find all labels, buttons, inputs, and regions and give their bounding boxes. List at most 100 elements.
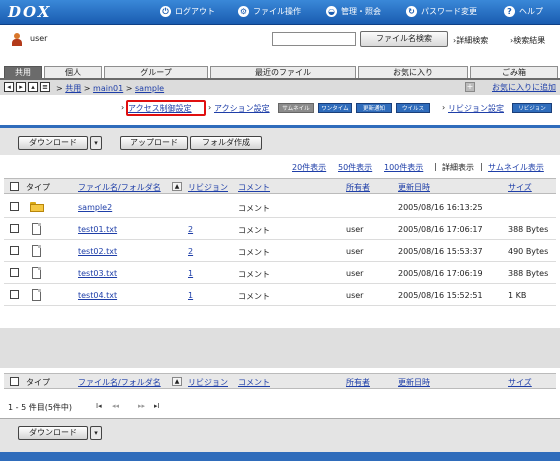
empty-area bbox=[0, 328, 560, 368]
row-comment: コメント bbox=[238, 226, 270, 235]
col-type: タイプ bbox=[26, 183, 50, 192]
col-revision-bottom[interactable]: リビジョン bbox=[188, 377, 228, 388]
file-operation-icon: ⚙ bbox=[238, 6, 249, 17]
logout-link[interactable]: ⏻ ログアウト bbox=[160, 6, 215, 17]
sort-asc-icon[interactable]: ▲ bbox=[172, 182, 182, 191]
next-page-icon[interactable]: ▸▸ bbox=[138, 402, 145, 410]
pager-summary: 1 - 5 件目(5件中) bbox=[8, 403, 73, 412]
select-all-checkbox-bottom[interactable] bbox=[10, 377, 19, 386]
view-100-link[interactable]: 100件表示 bbox=[384, 162, 423, 173]
table-row[interactable]: test04.txt 1 コメント user 2005/08/16 15:52:… bbox=[4, 284, 556, 306]
row-revision[interactable]: 2 bbox=[188, 225, 193, 234]
table-row[interactable]: test02.txt 2 コメント user 2005/08/16 15:53:… bbox=[4, 240, 556, 262]
action-settings-link[interactable]: アクション設定 bbox=[214, 103, 270, 114]
row-revision[interactable]: 1 bbox=[188, 291, 193, 300]
col-owner-bottom[interactable]: 所有者 bbox=[346, 377, 370, 388]
search-results-link[interactable]: ›検索結果 bbox=[510, 35, 545, 46]
col-name-bottom[interactable]: ファイル名/フォルダ名 bbox=[78, 377, 161, 388]
download-dropdown-icon-bottom[interactable]: ▾ bbox=[90, 426, 102, 440]
row-size: 388 Bytes bbox=[508, 225, 549, 234]
add-favorite-icon[interactable]: + bbox=[465, 82, 475, 92]
row-name[interactable]: sample2 bbox=[78, 203, 112, 212]
file-operation-link[interactable]: ⚙ ファイル操作 bbox=[238, 6, 301, 17]
row-name[interactable]: test02.txt bbox=[78, 247, 117, 256]
row-checkbox[interactable] bbox=[10, 268, 19, 277]
row-updated: 2005/08/16 17:06:17 bbox=[398, 225, 483, 234]
table-row[interactable]: test01.txt 2 コメント user 2005/08/16 17:06:… bbox=[4, 218, 556, 240]
download-dropdown-icon[interactable]: ▾ bbox=[90, 136, 102, 150]
view-20-link[interactable]: 20件表示 bbox=[292, 162, 326, 173]
table-row[interactable]: sample2 コメント 2005/08/16 16:13:25 bbox=[4, 196, 556, 218]
view-options: 20件表示 50件表示 100件表示 | 詳細表示 | サムネイル表示 bbox=[0, 155, 560, 175]
row-checkbox[interactable] bbox=[10, 224, 19, 233]
password-change-icon: ↻ bbox=[406, 6, 417, 17]
row-name[interactable]: test01.txt bbox=[78, 225, 117, 234]
col-updated[interactable]: 更新日時 bbox=[398, 182, 430, 193]
row-size: 388 Bytes bbox=[508, 269, 549, 278]
virus-badge: ウイルス bbox=[396, 103, 430, 113]
user-bar: user ファイル名検索 ›詳細検索 ›検索結果 bbox=[0, 25, 560, 55]
col-comment-bottom[interactable]: コメント bbox=[238, 377, 270, 388]
logout-label: ログアウト bbox=[175, 7, 215, 16]
filename-search-button[interactable]: ファイル名検索 bbox=[360, 31, 448, 47]
row-name[interactable]: test03.txt bbox=[78, 269, 117, 278]
up-folder-icon[interactable]: ▴ bbox=[28, 82, 38, 92]
row-size: 1 KB bbox=[508, 291, 527, 300]
breadcrumb-shared[interactable]: 共用 bbox=[65, 84, 81, 93]
row-checkbox[interactable] bbox=[10, 202, 19, 211]
select-all-checkbox[interactable] bbox=[10, 182, 19, 191]
file-toolbar: ダウンロード ▾ アップロード フォルダ作成 bbox=[0, 125, 560, 155]
folder-icon bbox=[30, 202, 44, 212]
prev-page-icon[interactable]: ◂◂ bbox=[112, 402, 119, 410]
file-icon bbox=[32, 223, 41, 235]
breadcrumb-sample[interactable]: sample bbox=[135, 84, 164, 93]
password-change-label: パスワード変更 bbox=[421, 7, 477, 16]
breadcrumb-main01[interactable]: main01 bbox=[93, 84, 123, 93]
row-checkbox[interactable] bbox=[10, 246, 19, 255]
upload-button[interactable]: アップロード bbox=[120, 136, 188, 150]
download-button[interactable]: ダウンロード bbox=[18, 136, 88, 150]
username: user bbox=[30, 34, 48, 43]
col-comment[interactable]: コメント bbox=[238, 182, 270, 193]
col-type-bottom: タイプ bbox=[26, 378, 50, 387]
row-checkbox[interactable] bbox=[10, 290, 19, 299]
file-list-panel: ダウンロード ▾ アップロード フォルダ作成 20件表示 50件表示 100件表… bbox=[0, 125, 560, 461]
row-revision[interactable]: 2 bbox=[188, 247, 193, 256]
col-revision[interactable]: リビジョン bbox=[188, 182, 228, 193]
row-owner: user bbox=[346, 291, 364, 300]
col-size[interactable]: サイズ bbox=[508, 182, 532, 193]
back-icon[interactable]: ◂ bbox=[4, 82, 14, 92]
col-size-bottom[interactable]: サイズ bbox=[508, 377, 532, 388]
add-favorite-link[interactable]: お気に入りに追加 bbox=[492, 82, 556, 93]
col-updated-bottom[interactable]: 更新日時 bbox=[398, 377, 430, 388]
first-page-icon[interactable]: I◂ bbox=[96, 402, 102, 410]
help-icon: ? bbox=[504, 6, 515, 17]
forward-icon[interactable]: ▸ bbox=[16, 82, 26, 92]
view-50-link[interactable]: 50件表示 bbox=[338, 162, 372, 173]
tree-icon[interactable]: ≡ bbox=[40, 82, 50, 92]
highlight-box bbox=[126, 100, 206, 116]
last-page-icon[interactable]: ▸I bbox=[154, 402, 160, 410]
thumbnail-view-link[interactable]: サムネイル表示 bbox=[488, 162, 544, 173]
help-label: ヘルプ bbox=[519, 7, 543, 16]
col-owner[interactable]: 所有者 bbox=[346, 182, 370, 193]
admin-link[interactable]: ◒ 管理・照会 bbox=[326, 6, 381, 17]
row-revision[interactable]: 1 bbox=[188, 269, 193, 278]
filename-search-input[interactable] bbox=[272, 32, 356, 46]
thumbnail-badge: サムネイル bbox=[278, 103, 314, 113]
admin-label: 管理・照会 bbox=[341, 7, 381, 16]
row-updated: 2005/08/16 15:52:51 bbox=[398, 291, 483, 300]
create-folder-button[interactable]: フォルダ作成 bbox=[190, 136, 262, 150]
help-link[interactable]: ? ヘルプ bbox=[504, 6, 543, 17]
revision-settings-link[interactable]: リビジョン設定 bbox=[448, 103, 504, 114]
table-row[interactable]: test03.txt 1 コメント user 2005/08/16 17:06:… bbox=[4, 262, 556, 284]
password-change-link[interactable]: ↻ パスワード変更 bbox=[406, 6, 477, 17]
sort-asc-icon-bottom[interactable]: ▲ bbox=[172, 377, 182, 386]
detail-search-link[interactable]: ›詳細検索 bbox=[453, 35, 488, 46]
path-bar: ◂ ▸ ▴ ≡ > 共用 > main01 > sample + お気に入りに追… bbox=[0, 80, 560, 95]
row-size: 490 Bytes bbox=[508, 247, 549, 256]
col-name[interactable]: ファイル名/フォルダ名 bbox=[78, 182, 161, 193]
row-name[interactable]: test04.txt bbox=[78, 291, 117, 300]
download-button-bottom[interactable]: ダウンロード bbox=[18, 426, 88, 440]
top-navigation-bar: DOX ⏻ ログアウト ⚙ ファイル操作 ◒ 管理・照会 ↻ パスワード変更 ?… bbox=[0, 0, 560, 25]
